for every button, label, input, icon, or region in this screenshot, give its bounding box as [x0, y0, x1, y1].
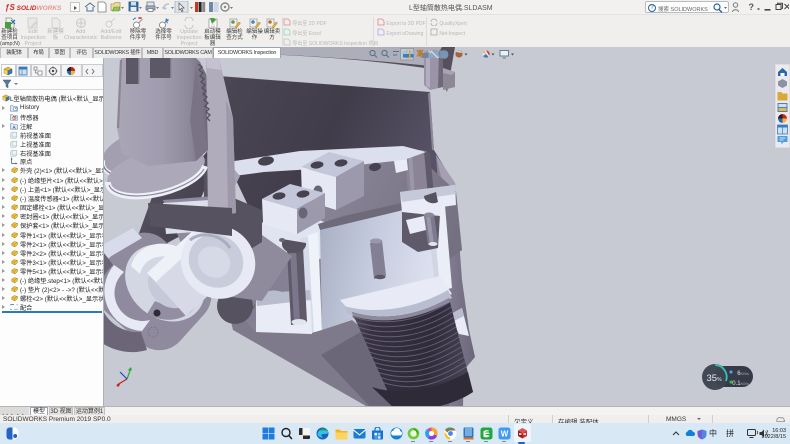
svg-text:W: W [501, 430, 509, 439]
svg-text:A: A [12, 124, 16, 129]
svg-text:?: ? [749, 2, 755, 12]
